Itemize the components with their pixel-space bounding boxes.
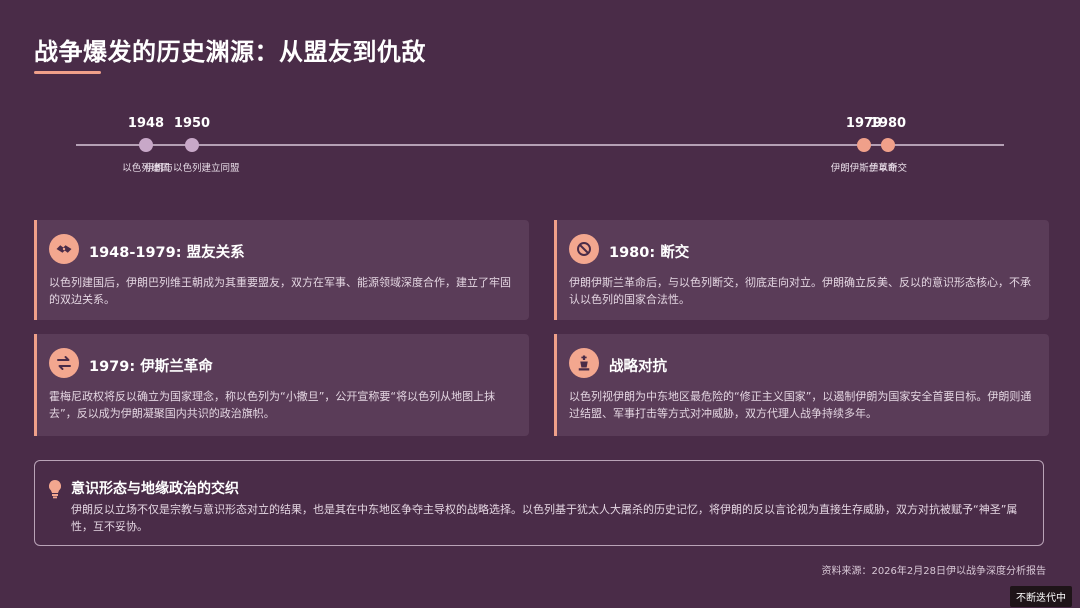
ban-icon [569, 234, 599, 264]
timeline-year-1948: 1948 [127, 116, 165, 131]
exchange-icon [49, 348, 79, 378]
title-underline [34, 71, 101, 74]
card-title: 1980: 断交 [609, 245, 690, 261]
timeline-label-1980: 伊以断交 [868, 163, 908, 174]
card-text: 伊朗伊斯兰革命后，与以色列断交，彻底走向对立。伊朗确立反美、反以的意识形态核心，… [569, 276, 1031, 306]
lightbulb-icon [47, 479, 63, 503]
source-note: 资料来源：2026年2月28日伊以战争深度分析报告 [821, 566, 1046, 577]
card-text: 以色列建国后，伊朗巴列维王朝成为其重要盟友，双方在军事、能源领域深度合作，建立了… [49, 276, 511, 306]
card-strategy: 战略对抗 以色列视伊朗为中东地区最危险的“修正主义国家”，以遏制伊朗为国家安全首… [554, 334, 1049, 436]
card-alliance: 1948-1979: 盟友关系 以色列建国后，伊朗巴列维王朝成为其重要盟友，双方… [34, 220, 529, 320]
status-badge: 不断迭代中 [1010, 586, 1072, 607]
timeline-dot-1950[interactable] [185, 138, 199, 152]
timeline-label-1950: 伊朗与以色列建立同盟 [144, 163, 240, 174]
chess-icon [569, 348, 599, 378]
timeline-year-1980: 1980 [869, 116, 907, 131]
timeline-dot-1948[interactable] [139, 138, 153, 152]
card-break: 1980: 断交 伊朗伊斯兰革命后，与以色列断交，彻底走向对立。伊朗确立反美、反… [554, 220, 1049, 320]
summary-text: 伊朗反以立场不仅是宗教与意识形态对立的结果，也是其在中东地区争夺主导权的战略选择… [71, 503, 1018, 533]
timeline-dot-1980[interactable] [881, 138, 895, 152]
card-revolution: 1979: 伊斯兰革命 霍梅尼政权将反以确立为国家理念，称以色列为“小撒旦”，公… [34, 334, 529, 436]
card-text: 霍梅尼政权将反以确立为国家理念，称以色列为“小撒旦”，公开宣称要“将以色列从地图… [49, 390, 496, 420]
card-text: 以色列视伊朗为中东地区最危险的“修正主义国家”，以遏制伊朗为国家安全首要目标。伊… [569, 390, 1032, 420]
summary-title: 意识形态与地缘政治的交织 [71, 481, 239, 497]
card-title: 1948-1979: 盟友关系 [89, 245, 245, 261]
page-title: 战争爆发的历史渊源：从盟友到仇敌 [34, 38, 426, 66]
handshake-icon [49, 234, 79, 264]
card-title: 1979: 伊斯兰革命 [89, 359, 213, 375]
timeline-dot-1979[interactable] [857, 138, 871, 152]
timeline-year-1950: 1950 [173, 116, 211, 131]
card-title: 战略对抗 [609, 359, 667, 375]
summary-box: 意识形态与地缘政治的交织 伊朗反以立场不仅是宗教与意识形态对立的结果，也是其在中… [34, 460, 1044, 546]
